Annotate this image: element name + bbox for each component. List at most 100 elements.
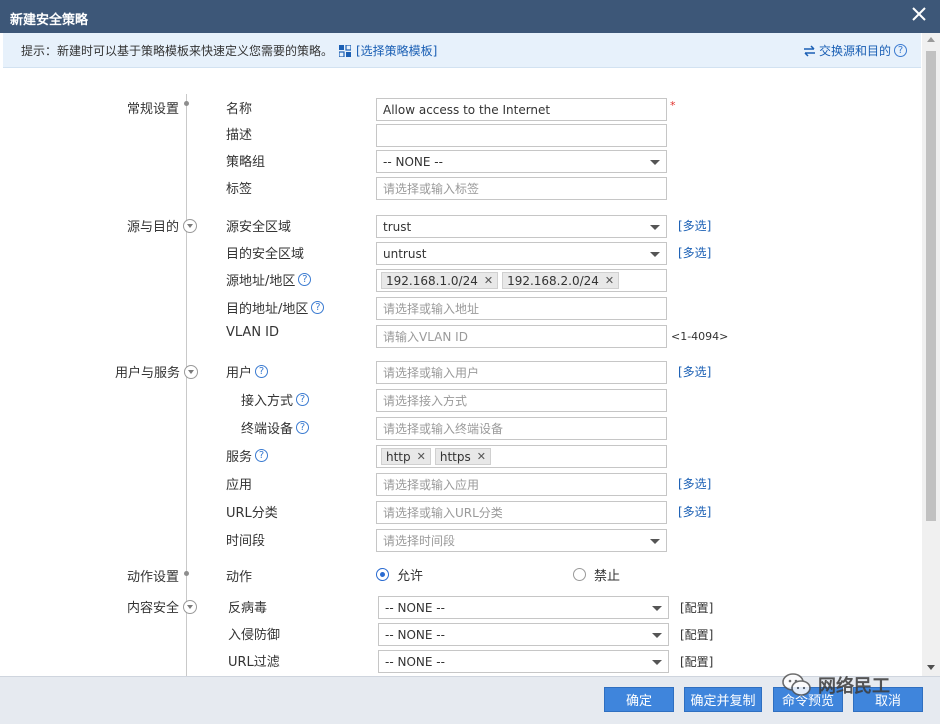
action-deny-label: 禁止 [594,569,621,584]
terminal-label-text: 终端设备 [241,422,294,437]
collapse-icon[interactable] [184,364,199,379]
remove-tag-icon[interactable]: ✕ [477,450,486,463]
wechat-icon [782,673,811,696]
close-icon[interactable] [910,5,928,23]
section-timeline [186,94,187,676]
access-mode-label: 接入方式 ? [241,390,310,409]
action-allow-label: 允许 [397,569,424,584]
dst-addr-label: 目的地址/地区 ? [226,298,325,317]
service-input[interactable]: http ✕ https ✕ [376,445,667,468]
user-multi-link[interactable]: [多选] [678,363,711,380]
swap-src-dst-link[interactable]: 交换源和目的 ? [803,42,907,59]
action-allow-radio[interactable]: 允许 [376,565,423,584]
section-user-service[interactable]: 用户与服务 [115,362,199,381]
name-input[interactable]: Allow access to the Internet [376,98,667,121]
time-range-select[interactable]: 请选择时间段 [376,529,667,552]
remove-tag-icon[interactable]: ✕ [417,450,426,463]
section-user-service-label: 用户与服务 [115,366,181,381]
dst-zone-select[interactable]: untrust [376,242,667,265]
ips-select[interactable]: -- NONE -- [378,623,669,646]
ips-config-link[interactable]: [配置] [680,626,713,643]
vlan-input[interactable]: 请输入VLAN ID [376,325,667,348]
application-input[interactable]: 请选择或输入应用 [376,473,667,496]
antivirus-select[interactable]: -- NONE -- [378,596,669,619]
select-template-link[interactable]: [选择策略模板] [339,42,437,59]
section-src-dst[interactable]: 源与目的 [127,216,198,235]
url-filter-config-link[interactable]: [配置] [680,653,713,670]
address-tag: 192.168.2.0/24 ✕ [502,272,620,289]
help-icon[interactable]: ? [296,393,310,406]
timeline-dot [184,101,189,106]
service-tag-text: http [386,449,411,464]
src-zone-multi-link[interactable]: [多选] [678,217,711,234]
src-addr-label: 源地址/地区 ? [226,270,312,289]
remove-tag-icon[interactable]: ✕ [484,274,493,287]
help-icon[interactable]: ? [894,44,907,57]
access-mode-input[interactable]: 请选择接入方式 [376,389,667,412]
name-label: 名称 [226,102,253,117]
template-icon [339,44,351,57]
service-tag: https ✕ [434,448,491,465]
action-deny-radio[interactable]: 禁止 [573,565,620,584]
help-icon[interactable]: ? [255,365,269,378]
ok-copy-button[interactable]: 确定并复制 [684,687,762,712]
collapse-icon[interactable] [183,599,198,614]
url-category-multi-link[interactable]: [多选] [678,503,711,520]
user-label-text: 用户 [226,366,253,381]
ok-button[interactable]: 确定 [604,687,674,712]
timeline-dot [184,571,189,576]
section-action-label: 动作设置 [127,570,180,585]
scrollbar-thumb[interactable] [926,51,936,521]
swap-icon [803,44,815,57]
url-filter-select[interactable]: -- NONE -- [378,650,669,673]
vertical-scrollbar[interactable] [922,33,940,676]
description-label: 描述 [226,128,253,143]
action-label: 动作 [226,570,253,585]
vlan-label: VLAN ID [226,325,280,340]
tip-text: 提示：新建时可以基于策略模板来快速定义您需要的策略。 [21,44,334,58]
antivirus-config-link[interactable]: [配置] [680,599,713,616]
service-label: 服务 ? [226,446,269,465]
time-range-label: 时间段 [226,534,266,549]
address-tag-text: 192.168.2.0/24 [507,273,599,288]
scroll-up-icon[interactable] [927,37,935,42]
application-label: 应用 [226,478,253,493]
service-tag: http ✕ [381,448,431,465]
radio-selected-icon[interactable] [376,568,389,581]
service-tag-text: https [439,449,471,464]
dst-zone-multi-link[interactable]: [多选] [678,244,711,261]
access-mode-label-text: 接入方式 [241,394,294,409]
src-zone-select[interactable]: trust [376,215,667,238]
terminal-label: 终端设备 ? [241,418,310,437]
remove-tag-icon[interactable]: ✕ [605,274,614,287]
policy-group-label: 策略组 [226,155,266,170]
user-input[interactable]: 请选择或输入用户 [376,361,667,384]
src-addr-label-text: 源地址/地区 [226,274,296,289]
dst-zone-label: 目的安全区域 [226,247,305,262]
src-addr-input[interactable]: 192.168.1.0/24 ✕ 192.168.2.0/24 ✕ [376,269,667,292]
help-icon[interactable]: ? [311,301,325,314]
help-icon[interactable]: ? [298,273,312,286]
help-icon[interactable]: ? [255,449,269,462]
policy-group-select[interactable]: -- NONE -- [376,150,667,173]
application-multi-link[interactable]: [多选] [678,475,711,492]
section-general: 常规设置 [127,98,179,117]
help-icon[interactable]: ? [296,421,310,434]
url-category-label: URL分类 [226,506,278,521]
required-mark: * [670,99,676,112]
collapse-icon[interactable] [183,218,198,233]
tip-bar: 提示：新建时可以基于策略模板来快速定义您需要的策略。 [选择策略模板] 交换源和… [3,33,921,68]
section-content[interactable]: 内容安全 [127,597,198,616]
scroll-down-icon[interactable] [927,665,935,670]
terminal-input[interactable]: 请选择或输入终端设备 [376,417,667,440]
swap-label: 交换源和目的 [818,44,891,58]
radio-icon[interactable] [573,568,586,581]
dialog-titlebar: 新建安全策略 [0,0,940,33]
description-input[interactable] [376,124,667,147]
dst-addr-input[interactable]: 请选择或输入地址 [376,297,667,320]
address-tag-text: 192.168.1.0/24 [386,273,478,288]
src-zone-label: 源安全区域 [226,220,292,235]
url-category-input[interactable]: 请选择或输入URL分类 [376,501,667,524]
section-general-label: 常规设置 [127,102,180,117]
tag-input[interactable]: 请选择或输入标签 [376,177,667,200]
